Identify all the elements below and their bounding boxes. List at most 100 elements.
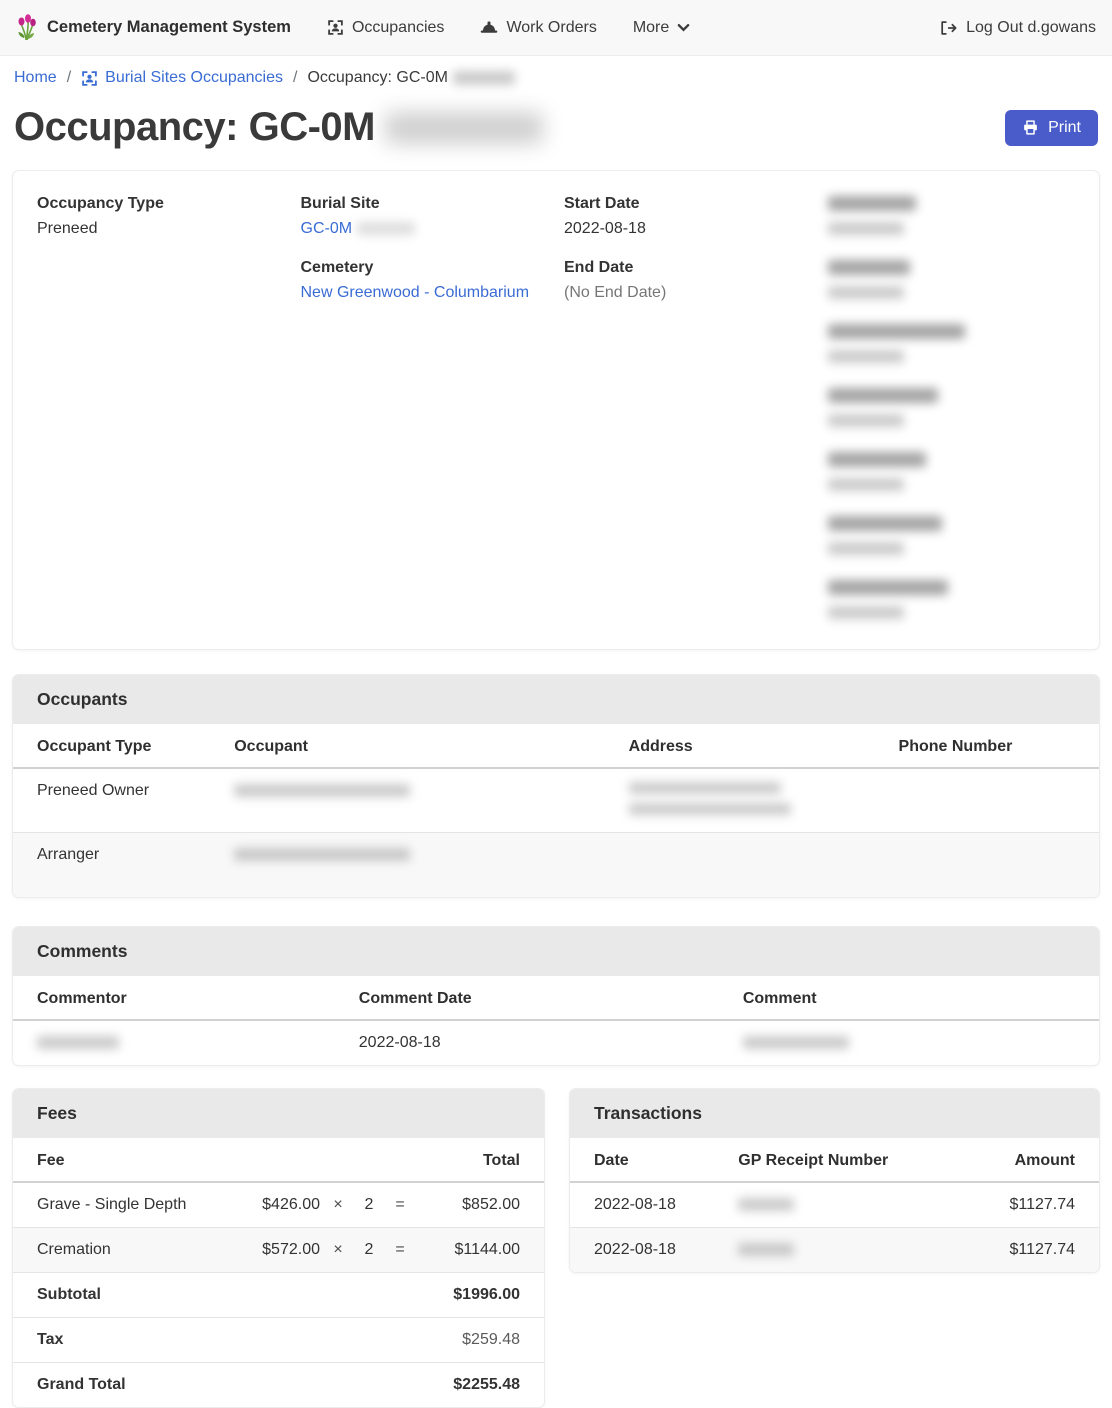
redacted-field bbox=[828, 195, 1076, 238]
chevron-down-icon bbox=[677, 23, 690, 32]
column-header: Phone Number bbox=[899, 738, 1075, 756]
redacted-label bbox=[828, 580, 948, 595]
field-start-date: Start Date 2022-08-18 bbox=[564, 195, 812, 238]
redacted-text bbox=[234, 784, 410, 797]
field-label: Start Date bbox=[564, 195, 812, 213]
fees-card: Fees Fee Total Grave - Single Depth $426… bbox=[12, 1088, 545, 1408]
nav-item-work-orders[interactable]: Work Orders bbox=[480, 19, 596, 37]
field-cemetery: Cemetery New Greenwood - Columbarium bbox=[301, 259, 549, 302]
subtotal-value: $1996.00 bbox=[453, 1286, 520, 1304]
table-row: Cremation $572.00 × 2 = $1144.00 bbox=[13, 1228, 544, 1273]
redacted-label bbox=[828, 324, 965, 339]
multiply-sign: × bbox=[320, 1196, 356, 1214]
comment-date-cell: 2022-08-18 bbox=[359, 1034, 743, 1052]
fee-price-cell: $426.00 bbox=[232, 1196, 320, 1214]
transaction-date-cell: 2022-08-18 bbox=[594, 1196, 738, 1214]
page-title-text: Occupancy: GC-0M bbox=[14, 105, 375, 150]
nav-item-more[interactable]: More bbox=[633, 19, 690, 37]
print-button[interactable]: Print bbox=[1005, 110, 1098, 146]
details-col-3: Start Date 2022-08-18 End Date (No End D… bbox=[564, 195, 812, 643]
cemetery-link[interactable]: New Greenwood - Columbarium bbox=[301, 284, 530, 301]
nav-item-label: Occupancies bbox=[352, 19, 445, 37]
redacted-value bbox=[828, 222, 904, 235]
breadcrumb-separator: / bbox=[67, 69, 71, 87]
commentor-cell bbox=[37, 1034, 359, 1052]
redacted-field bbox=[828, 259, 1076, 302]
equals-sign: = bbox=[382, 1196, 418, 1214]
table-row: 2022-08-18 $1127.74 bbox=[570, 1183, 1099, 1228]
transaction-date-cell: 2022-08-18 bbox=[594, 1241, 738, 1259]
details-col-1: Occupancy Type Preneed bbox=[37, 195, 285, 643]
redacted-label bbox=[828, 260, 910, 275]
occupants-table-header: Occupant Type Occupant Address Phone Num… bbox=[13, 724, 1099, 769]
occupants-card: Occupants Occupant Type Occupant Address… bbox=[12, 674, 1100, 898]
redacted-value bbox=[828, 606, 904, 619]
subtotal-label: Subtotal bbox=[37, 1286, 453, 1304]
hard-hat-icon bbox=[480, 20, 498, 35]
field-label: Cemetery bbox=[301, 259, 549, 277]
occupancies-icon bbox=[327, 19, 344, 36]
redacted-field bbox=[828, 323, 1076, 366]
column-header: Total bbox=[418, 1152, 520, 1170]
column-header: Occupant Type bbox=[37, 738, 234, 756]
details-col-4-redacted bbox=[828, 195, 1076, 643]
redacted-text bbox=[234, 848, 410, 861]
field-label: Occupancy Type bbox=[37, 195, 285, 213]
field-label: End Date bbox=[564, 259, 812, 277]
redacted-text bbox=[357, 222, 415, 235]
fees-section-title: Fees bbox=[13, 1089, 544, 1138]
redacted-text bbox=[738, 1243, 794, 1256]
occupant-type-cell: Arranger bbox=[37, 846, 234, 864]
equals-sign: = bbox=[382, 1241, 418, 1259]
redacted-text bbox=[629, 803, 791, 815]
multiply-sign: × bbox=[320, 1241, 356, 1259]
redacted-field bbox=[828, 579, 1076, 622]
column-header: Commentor bbox=[37, 990, 359, 1008]
logout-button[interactable]: Log Out d.gowans bbox=[939, 19, 1096, 37]
column-header: Comment Date bbox=[359, 990, 743, 1008]
fee-name-cell: Grave - Single Depth bbox=[37, 1196, 232, 1214]
tax-label: Tax bbox=[37, 1331, 462, 1349]
fee-price-cell: $572.00 bbox=[232, 1241, 320, 1259]
tulip-logo-icon bbox=[16, 14, 38, 41]
occupancy-details-card: Occupancy Type Preneed Burial Site GC-0M… bbox=[12, 170, 1100, 650]
occupancies-icon bbox=[81, 70, 98, 87]
nav-item-occupancies[interactable]: Occupancies bbox=[327, 19, 445, 37]
transactions-section-title: Transactions bbox=[570, 1089, 1099, 1138]
fee-total-cell: $1144.00 bbox=[418, 1241, 520, 1259]
end-date-value: (No End Date) bbox=[564, 284, 812, 302]
redacted-text bbox=[629, 782, 781, 794]
table-row: Preneed Owner bbox=[13, 769, 1099, 833]
redacted-label bbox=[828, 452, 926, 467]
breadcrumb-occupancies-link[interactable]: Burial Sites Occupancies bbox=[81, 69, 283, 87]
occupant-type-cell: Preneed Owner bbox=[37, 782, 234, 800]
table-row: 2022-08-18 bbox=[13, 1021, 1099, 1065]
burial-site-link[interactable]: GC-0M bbox=[301, 220, 353, 237]
receipt-number-cell bbox=[738, 1241, 954, 1259]
redacted-text bbox=[738, 1198, 794, 1211]
tax-value: $259.48 bbox=[462, 1331, 520, 1349]
field-end-date: End Date (No End Date) bbox=[564, 259, 812, 302]
comment-cell bbox=[743, 1034, 1075, 1052]
comments-card: Comments Commentor Comment Date Comment … bbox=[12, 926, 1100, 1066]
breadcrumb-home-link[interactable]: Home bbox=[14, 69, 57, 87]
comments-table-header: Commentor Comment Date Comment bbox=[13, 976, 1099, 1021]
table-row: 2022-08-18 $1127.74 bbox=[570, 1228, 1099, 1272]
tax-row: Tax $259.48 bbox=[13, 1318, 544, 1363]
breadcrumb-current-label: Occupancy: GC-0M bbox=[307, 69, 447, 87]
redacted-label bbox=[828, 196, 916, 211]
page-title: Occupancy: GC-0M bbox=[14, 105, 543, 150]
top-navbar: Cemetery Management System Occupancies W… bbox=[0, 0, 1112, 56]
occupant-cell bbox=[234, 782, 628, 800]
print-button-label: Print bbox=[1048, 119, 1081, 137]
nav-item-label: More bbox=[633, 19, 669, 37]
column-header: Comment bbox=[743, 990, 1075, 1008]
details-grid: Occupancy Type Preneed Burial Site GC-0M… bbox=[13, 171, 1099, 649]
nav-item-label: Work Orders bbox=[506, 19, 596, 37]
redacted-value bbox=[828, 350, 904, 363]
transaction-amount-cell: $1127.74 bbox=[955, 1241, 1075, 1259]
table-row: Grave - Single Depth $426.00 × 2 = $852.… bbox=[13, 1183, 544, 1228]
start-date-value: 2022-08-18 bbox=[564, 220, 812, 238]
page-header: Occupancy: GC-0M Print bbox=[0, 97, 1112, 170]
grand-total-label: Grand Total bbox=[37, 1376, 453, 1394]
